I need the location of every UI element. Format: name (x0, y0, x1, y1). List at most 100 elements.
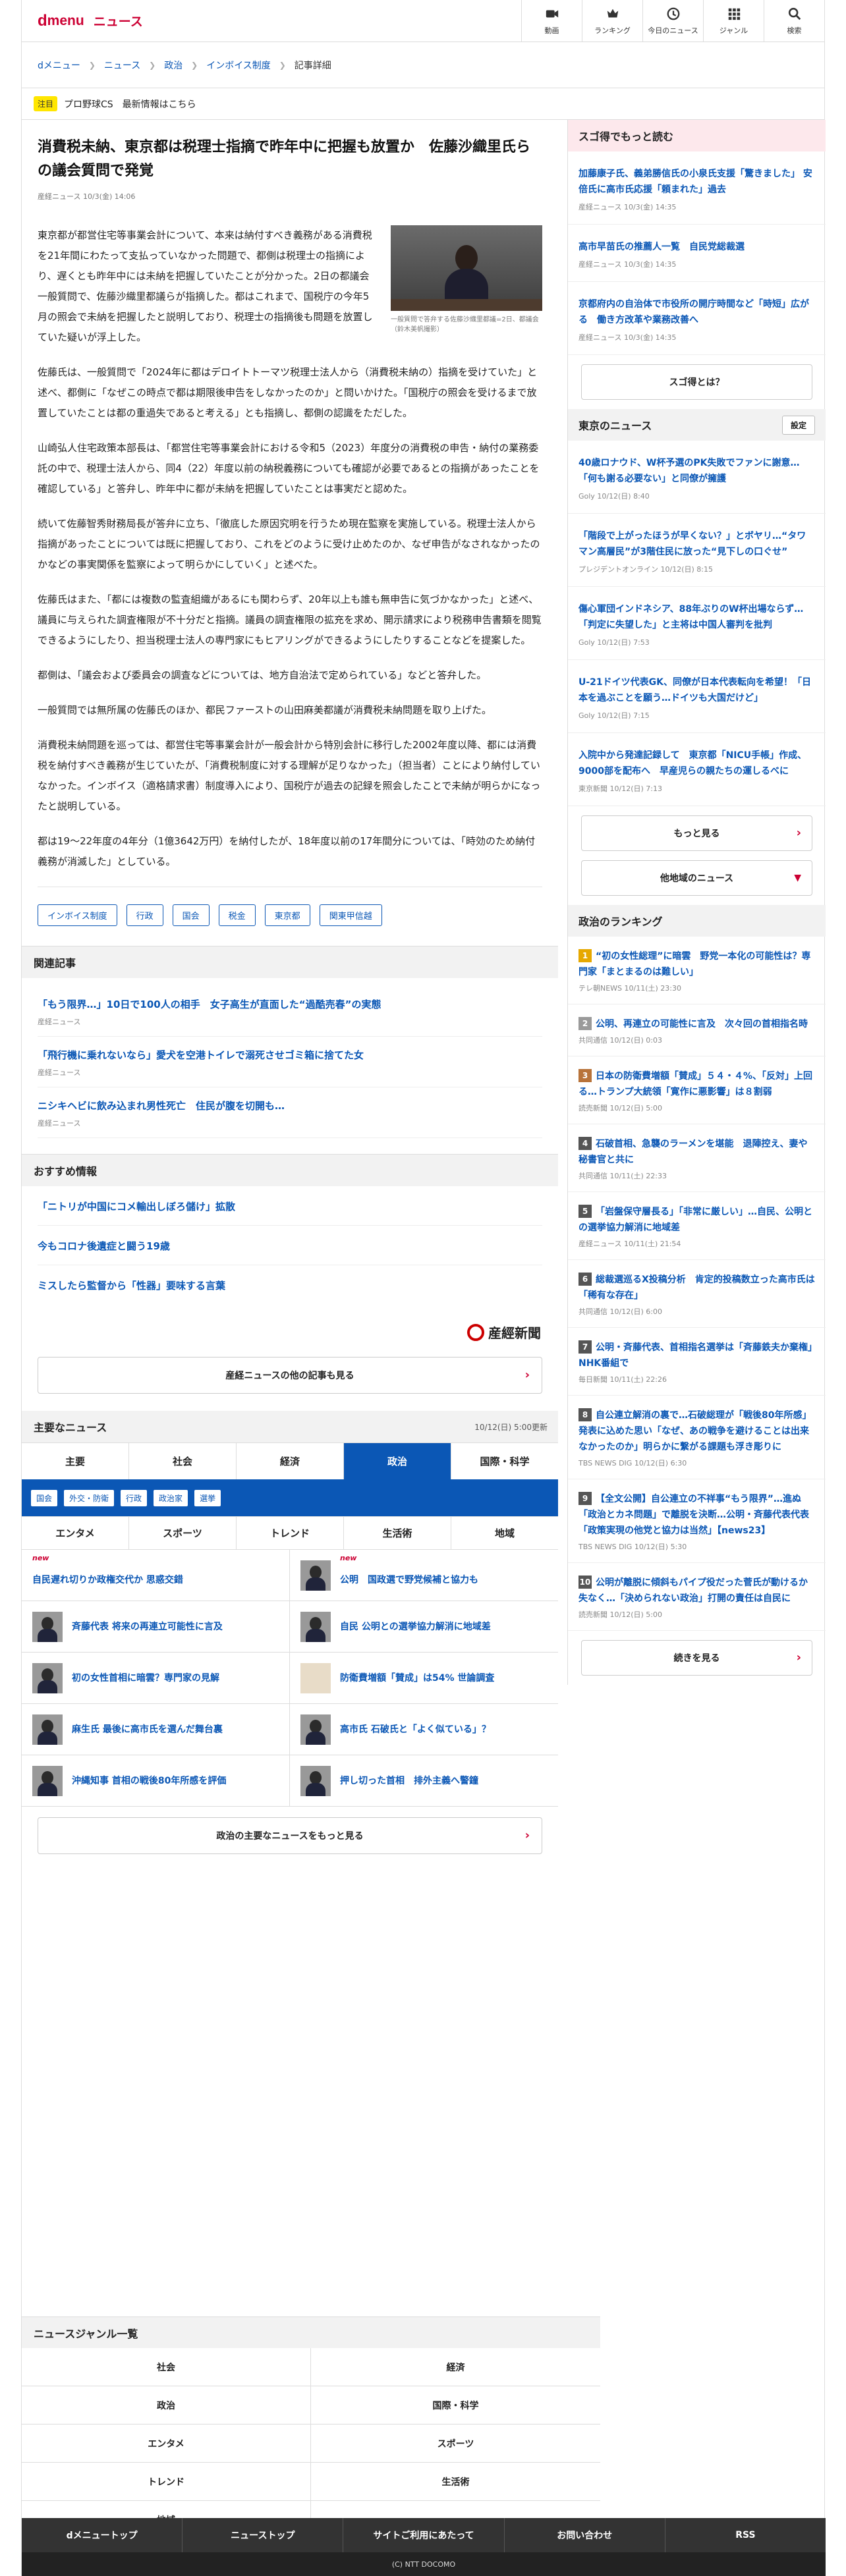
tag[interactable]: 行政 (126, 904, 163, 926)
subcat-diet[interactable]: 国会 (31, 1489, 58, 1506)
main-news-item[interactable]: 押し切った首相 排外主義へ警鐘 (290, 1755, 558, 1807)
footer-terms[interactable]: サイトご利用にあたって (343, 2518, 505, 2552)
footer-contact[interactable]: お問い合わせ (505, 2518, 665, 2552)
sugotoku-item[interactable]: 京都府内の自治体で市役所の開庁時間など「時短」広がる 働き方改革や業務改善へ 産… (568, 282, 826, 355)
news-thumbnail (300, 1611, 331, 1642)
main-news-item[interactable]: 自民 公明との選挙協力解消に地域差 (290, 1601, 558, 1653)
tag[interactable]: 税金 (218, 904, 256, 926)
tab-economy[interactable]: 経済 (236, 1443, 343, 1479)
genre-entertainment[interactable]: エンタメ (22, 2425, 311, 2463)
ranking-item[interactable]: 4 石破首相、急襲のラーメンを堪能 退陣控え、妻や秘書官と共に 共同通信 10/11… (568, 1124, 826, 1192)
genre-world-science[interactable]: 国際・科学 (311, 2386, 600, 2425)
tokyo-news-item[interactable]: 入院中から発達記録して 東京都「NICU手帳」作成、9000部を配布へ 早産児ら… (568, 733, 826, 806)
main-news-item[interactable]: new 公明 国政選で野党候補と協力も (290, 1550, 558, 1601)
tokyo-news-title-text: 傷心軍団インドネシア、88年ぶりのW杯出場ならず…「判定に失望した」と主将は中国… (578, 604, 804, 630)
genre-lifestyle[interactable]: 生活術 (311, 2463, 600, 2501)
tokyo-news-item[interactable]: 40歳ロナウド、W杯予選のPK失敗でファンに謝意…「何も謝る必要ない」と同僚が擁… (568, 441, 826, 514)
sankei-more-button[interactable]: 産経ニュースの他の記事も見る › (38, 1357, 542, 1394)
breadcrumb-politics[interactable]: 政治 (164, 59, 183, 72)
main-news-item[interactable]: 高市氏 石破氏と「よく似ている」？ (290, 1704, 558, 1755)
tag[interactable]: インボイス制度 (38, 904, 117, 926)
nav-video[interactable]: 動画 (521, 0, 582, 42)
rank-number: 6 (578, 1273, 592, 1286)
breadcrumb-news[interactable]: ニュース (104, 59, 140, 72)
genre-economy[interactable]: 経済 (311, 2348, 600, 2386)
tokyo-news-item[interactable]: 「階段で上がったほうが早くない？」とボヤリ…“タワマン高層民”が3階住民に放った… (568, 514, 826, 587)
nav-ranking[interactable]: ランキング (582, 0, 642, 42)
main-news-item[interactable]: 初の女性首相に暗雲？専門家の見解 (22, 1653, 290, 1704)
tag[interactable]: 国会 (172, 904, 210, 926)
news-thumbnail (300, 1765, 331, 1796)
main-news-item[interactable]: 防衛費増額「賛成」は54% 世論調査 (290, 1653, 558, 1704)
tag[interactable]: 関東甲信越 (319, 904, 382, 926)
nav-genre[interactable]: ジャンル (703, 0, 764, 42)
nav-genre-label: ジャンル (719, 26, 748, 35)
tag[interactable]: 東京都 (264, 904, 310, 926)
tab-lifestyle[interactable]: 生活術 (343, 1517, 451, 1549)
tab-main[interactable]: 主要 (22, 1443, 128, 1479)
ranking-item[interactable]: 7 公明・斉藤代表、首相指名選挙は「斉藤鉄夫か棄権」 NHK番組で 毎日新聞 10/… (568, 1328, 826, 1396)
subcat-diplomacy[interactable]: 外交・防衛 (64, 1489, 115, 1506)
ranking-title-label: 総裁選巡るX投稿分析 肯定的投稿数立った高市氏は「稀有な存在」 (578, 1274, 815, 1301)
sankei-logo: 産經新聞 (467, 1323, 541, 1342)
sugotoku-item[interactable]: 加藤康子氏、義弟勝信氏の小泉氏支援「驚きました」 安倍氏に高市氏応援「頼まれた」… (568, 151, 826, 225)
nav-today[interactable]: 今日のニュース (642, 0, 703, 42)
ranking-title-label: 公明・斉藤代表、首相指名選挙は「斉藤鉄夫か棄権」 NHK番組で (578, 1342, 822, 1369)
notice-bar[interactable]: 注目 プロ野球CS 最新情報はこちら (22, 88, 824, 120)
sugotoku-about-button[interactable]: スゴ得とは？ (581, 364, 812, 400)
tab-trend[interactable]: トレンド (236, 1517, 343, 1549)
footer-dmenu-top[interactable]: dメニュートップ (22, 2518, 183, 2552)
recommended-item[interactable]: 今もコロナ後遺症と闘う19歳 (38, 1226, 542, 1265)
tab-society[interactable]: 社会 (128, 1443, 236, 1479)
ranking-item[interactable]: 3 日本の防衛費増額「賛成」５４・４%、「反対」上回る…トランプ大統領「寛作に悪影… (568, 1056, 826, 1124)
ranking-item[interactable]: 5 「岩盤保守層長る」「非常に厳しい」…自民、公明との選挙協力解消に地域差 産経ニュ… (568, 1192, 826, 1260)
footer-news-top[interactable]: ニューストップ (183, 2518, 344, 2552)
chevron-right-icon: ❯ (88, 60, 96, 70)
tab-politics[interactable]: 政治 (343, 1443, 451, 1479)
main-news-item[interactable]: 斉藤代表 将来の再連立可能性に言及 (22, 1601, 290, 1653)
other-area-button[interactable]: 他地域のニュース ▼ (581, 860, 812, 896)
related-item[interactable]: ニシキヘビに飲み込まれ男性死亡 住民が腹を切開も… 産経ニュース (38, 1087, 542, 1138)
main-news-item[interactable]: new 自民遅れ切りか政権交代か 思惑交錯 (22, 1550, 290, 1601)
recommended-item[interactable]: ミスしたら監督から「性器」要味する言葉 (38, 1265, 542, 1304)
ranking-item[interactable]: 6 総裁選巡るX投稿分析 肯定的投稿数立った高市氏は「稀有な存在」 共同通信 10/… (568, 1260, 826, 1328)
tokyo-news-item[interactable]: 傷心軍団インドネシア、88年ぶりのW杯出場ならず…「判定に失望した」と主将は中国… (568, 587, 826, 660)
genre-trend[interactable]: トレンド (22, 2463, 311, 2501)
tab-region[interactable]: 地域 (451, 1517, 558, 1549)
dmenu-news-logo[interactable]: d menu ニュース (38, 12, 143, 30)
article-figure[interactable]: 一般質問で答弁する佐藤沙織里都議=2日、都議会（鈴木美帆撮影） (391, 225, 542, 335)
tokyo-more-button[interactable]: もっと見る › (581, 815, 812, 851)
ranking-item[interactable]: 9 【全文公開】自公連立の不祥事“もう限界”…進ぬ「政治とカネ問題」で離脱を決断…… (568, 1479, 826, 1563)
genre-sports[interactable]: スポーツ (311, 2425, 600, 2463)
sugotoku-item[interactable]: 高市早苗氏の推薦人一覧 自民党総裁選 産経ニュース 10/3(金) 14:35 (568, 225, 826, 282)
ranking-title-label: 【全文公開】自公連立の不祥事“もう限界”…進ぬ「政治とカネ問題」で離脱を決断…公… (578, 1494, 809, 1536)
main-news-item[interactable]: 沖縄知事 首相の戦後80年所感を評価 (22, 1755, 290, 1807)
genre-politics[interactable]: 政治 (22, 2386, 311, 2425)
ranking-more-button[interactable]: 続きを見る › (581, 1640, 812, 1676)
related-title: ニシキヘビに飲み込まれ男性死亡 住民が腹を切開も… (38, 1100, 285, 1112)
ranking-heading: 政治のランキング (568, 905, 826, 937)
main-news-item[interactable]: 麻生氏 最後に高市氏を選んだ舞台裏 (22, 1704, 290, 1755)
breadcrumb-invoice[interactable]: インボイス制度 (206, 59, 271, 72)
subcat-politicians[interactable]: 政治家 (154, 1489, 188, 1506)
ranking-item[interactable]: 10 公明が離脱に傾斜もパイプ役だった菅氏が動けるか失なく…「決められない政治」打… (568, 1563, 826, 1631)
genre-society[interactable]: 社会 (22, 2348, 311, 2386)
nav-search[interactable]: 検索 (764, 0, 824, 42)
breadcrumb-dmenu[interactable]: dメニュー (38, 59, 80, 72)
tokyo-settings-button[interactable]: 設定 (781, 415, 815, 435)
related-item[interactable]: 「もう限界…」10日で100人の相手 女子高生が直面した“過酷売春”の実態 産経… (38, 986, 542, 1037)
main-news-more-button[interactable]: 政治の主要なニュースをもっと見る › (38, 1817, 542, 1854)
ranking-item[interactable]: 8 自公連立解消の裏で…石破総理が「戦後80年所感」発表に込めた思い「なぜ、あの戦… (568, 1396, 826, 1479)
tokyo-news-heading: 東京のニュース 設定 (568, 409, 826, 441)
tokyo-news-item[interactable]: U-21ドイツ代表GK、同僚が日本代表転向を希望！「日本を過ぶことを願う…ドイツ… (568, 660, 826, 733)
subcat-administration[interactable]: 行政 (121, 1489, 148, 1506)
ranking-item[interactable]: 1 “初の女性総理”に暗雲 野党一本化の可能性は？専門家「まとまるのは難しい」 テレ… (568, 937, 826, 1004)
related-item[interactable]: 「飛行機に乗れないなら」愛犬を空港トイレで溺死させゴミ箱に捨てた女 産経ニュース (38, 1037, 542, 1087)
tab-sports[interactable]: スポーツ (128, 1517, 236, 1549)
tab-entertainment[interactable]: エンタメ (22, 1517, 128, 1549)
recommended-item[interactable]: 「ニトリが中国にコメ輸出しぼろ儲け」拡散 (38, 1186, 542, 1226)
footer-rss[interactable]: RSS (665, 2518, 826, 2552)
ranking-item[interactable]: 2 公明、再連立の可能性に言及 次々回の首相指名時 共同通信 10/12(日) 0:… (568, 1004, 826, 1056)
subcat-election[interactable]: 選挙 (194, 1489, 221, 1506)
tab-world-science[interactable]: 国際・科学 (451, 1443, 558, 1479)
